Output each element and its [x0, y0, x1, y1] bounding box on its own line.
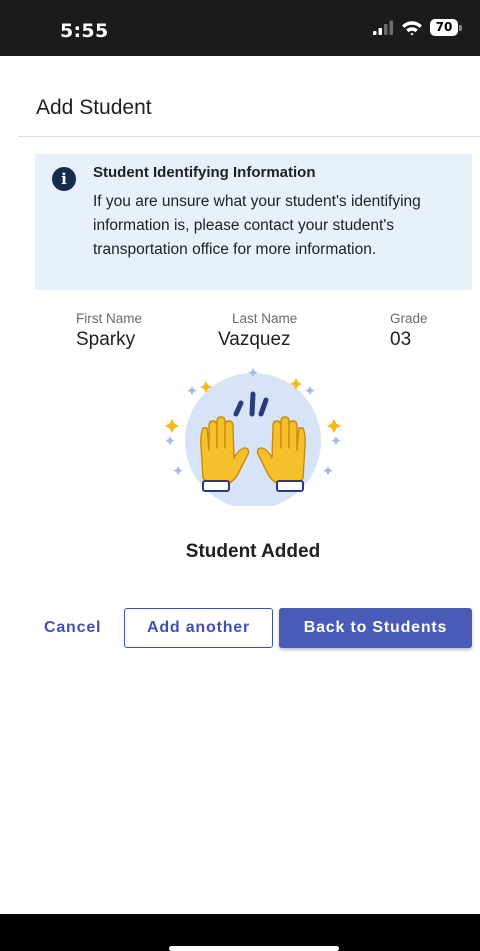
cellular-signal-icon — [373, 20, 393, 35]
last-name-label: Last Name — [232, 311, 298, 326]
info-banner: i Student Identifying Information If you… — [35, 154, 472, 290]
home-indicator[interactable] — [169, 946, 339, 951]
info-banner-body: If you are unsure what your student's id… — [93, 193, 421, 258]
first-name-value: Sparky — [76, 329, 136, 350]
info-banner-title: Student Identifying Information — [93, 164, 316, 181]
last-name-value: Vazquez — [218, 329, 291, 350]
status-bar: 5:55 70 — [0, 0, 480, 56]
info-icon: i — [52, 167, 76, 191]
status-icons: 70 — [372, 19, 462, 36]
last-name-field: Last Name Vazquez — [218, 311, 297, 351]
back-to-students-button[interactable]: Back to Students — [279, 608, 472, 648]
first-name-label: First Name — [76, 311, 143, 326]
header-divider — [18, 136, 480, 137]
grade-label: Grade — [390, 311, 428, 326]
add-another-button[interactable]: Add another — [124, 608, 273, 648]
battery-level: 70 — [430, 19, 458, 36]
raised-hands-icon — [165, 368, 341, 506]
first-name-field: First Name Sparky — [76, 311, 142, 351]
wifi-icon — [402, 20, 422, 35]
student-added-message: Student Added — [185, 541, 321, 562]
page-title: Add Student — [36, 96, 152, 119]
grade-value: 03 — [390, 329, 412, 350]
battery-icon: 70 — [430, 19, 462, 36]
battery-nub — [459, 24, 462, 31]
status-time: 5:55 — [60, 20, 109, 42]
bottom-bar — [0, 914, 480, 951]
cancel-button[interactable]: Cancel — [34, 608, 111, 648]
page-header: Add Student — [0, 56, 480, 136]
grade-field: Grade 03 — [390, 311, 428, 351]
